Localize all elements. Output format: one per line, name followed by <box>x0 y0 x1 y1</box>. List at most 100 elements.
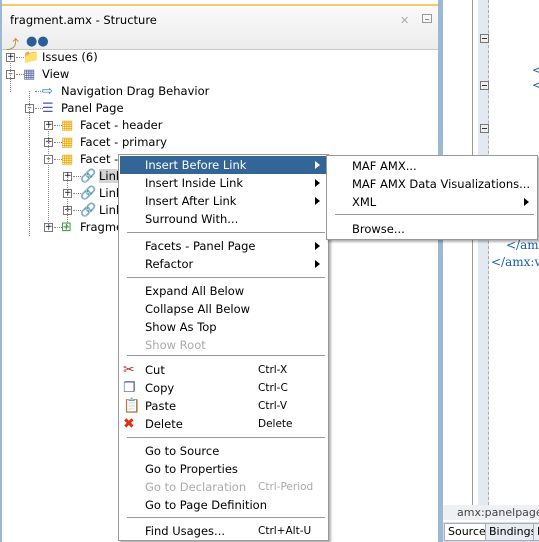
menu-item-label: Cut <box>145 363 165 377</box>
tree-node[interactable]: ⇨ Navigation Drag Behavior <box>42 83 209 100</box>
tree-node-label: Facet - header <box>80 118 163 132</box>
menu-item-label: Browse... <box>352 222 405 236</box>
submenu-arrow-icon <box>315 197 320 205</box>
tree-node[interactable]: 🔗 Link <box>80 185 123 202</box>
menu-item-go-to-page-definition[interactable]: Go to Page Definition <box>120 496 327 514</box>
tree-connector <box>48 125 49 230</box>
fold-collapse-icon[interactable] <box>480 34 489 43</box>
submenu-item-browse[interactable]: Browse... <box>328 220 536 238</box>
tab-source[interactable]: Source <box>444 523 490 541</box>
tab-history[interactable]: H <box>533 523 539 541</box>
editor-margin-line <box>472 0 473 520</box>
menu-separator <box>127 232 325 233</box>
menu-item-go-to-properties[interactable]: Go to Properties <box>120 460 327 478</box>
menu-item-shortcut: Ctrl+Alt-U <box>258 525 312 537</box>
menu-item-label: Go to Properties <box>145 462 238 476</box>
insert-before-submenu: MAF AMX... MAF AMX Data Visualizations...… <box>326 155 538 240</box>
tree-node[interactable]: 📁 Issues (6) <box>23 49 98 66</box>
find-binoculars-icon[interactable]: ●● <box>26 34 49 49</box>
menu-item-label: Insert After Link <box>145 194 237 208</box>
menu-separator <box>127 517 325 518</box>
code-line: < <box>532 78 539 92</box>
submenu-arrow-icon <box>315 179 320 187</box>
fold-collapse-icon[interactable] <box>480 81 489 90</box>
menu-item-label: XML <box>352 195 377 209</box>
tree-node-label: Facet - primary <box>80 135 167 149</box>
menu-item-insert-inside-link[interactable]: Insert Inside Link <box>120 174 327 192</box>
panel-page-icon: ☰ <box>42 100 54 116</box>
menu-item-label: MAF AMX... <box>352 159 417 173</box>
folder-warning-icon: 📁 <box>23 49 40 65</box>
menu-item-copy[interactable]: ❐ Copy Ctrl-C <box>120 379 327 397</box>
tree-connector <box>10 57 11 92</box>
tree-node[interactable]: ▦ Facet - header <box>61 117 163 134</box>
submenu-item-maf-amx-data-visualizations[interactable]: MAF AMX Data Visualizations... <box>328 175 536 193</box>
menu-item-shortcut: Ctrl-Period <box>258 481 314 493</box>
panel-splitter[interactable] <box>438 0 443 542</box>
submenu-arrow-icon <box>315 161 320 169</box>
editor-breadcrumb[interactable]: amx:panelpage# <box>443 505 539 520</box>
menu-item-go-to-declaration: Go to Declaration Ctrl-Period <box>120 478 327 496</box>
menu-item-label: Copy <box>145 381 175 395</box>
menu-item-shortcut: Ctrl-C <box>258 382 288 394</box>
tree-node[interactable]: 🔗 Link <box>80 168 123 185</box>
tree-node-label: Panel Page <box>61 101 124 115</box>
close-icon[interactable]: ✕ <box>400 14 409 27</box>
scissors-icon: ✂ <box>123 362 135 378</box>
link-icon: 🔗 <box>80 168 97 184</box>
menu-item-label: Find Usages... <box>145 524 226 538</box>
menu-separator <box>335 214 534 215</box>
menu-item-expand-all-below[interactable]: Expand All Below <box>120 282 327 300</box>
panel-title: fragment.amx - Structure <box>10 13 157 27</box>
menu-item-label: Show Root <box>145 338 206 352</box>
tree-node[interactable]: ☰ Panel Page <box>42 100 124 117</box>
menu-item-go-to-source[interactable]: Go to Source <box>120 442 327 460</box>
menu-item-label: Go to Page Definition <box>145 498 267 512</box>
menu-item-label: Go to Source <box>145 444 220 458</box>
sync-structure-icon[interactable]: ⤴ <box>6 34 19 53</box>
submenu-item-xml[interactable]: XML <box>328 193 536 211</box>
tree-node-label: Facet - <box>80 152 119 166</box>
tree-connector <box>67 176 68 226</box>
submenu-arrow-icon <box>524 198 529 206</box>
menu-item-label: Delete <box>145 417 183 431</box>
menu-item-label: Insert Before Link <box>145 158 247 172</box>
code-line: </amx <box>506 238 539 252</box>
menu-item-label: Insert Inside Link <box>145 176 244 190</box>
tree-node[interactable]: ▦ Facet - <box>61 151 118 168</box>
tab-bindings[interactable]: Bindings <box>485 523 539 541</box>
tree-node[interactable]: ▦ Facet - primary <box>61 134 167 151</box>
context-menu: Insert Before Link Insert Inside Link Inse… <box>118 154 329 541</box>
fragment-icon: ⊞ <box>61 219 72 235</box>
menu-separator <box>127 437 325 438</box>
menu-item-label: Refactor <box>145 257 194 271</box>
menu-item-show-as-top[interactable]: Show As Top <box>120 318 327 336</box>
menu-item-shortcut: Delete <box>258 418 293 430</box>
menu-item-label: Collapse All Below <box>145 302 251 316</box>
tree-node[interactable]: ▦ View <box>23 66 69 83</box>
fold-collapse-icon[interactable] <box>480 124 489 133</box>
menu-item-facets-panel-page[interactable]: Facets - Panel Page <box>120 237 327 255</box>
facet-icon: ▦ <box>61 134 74 150</box>
link-icon: 🔗 <box>80 185 97 201</box>
menu-item-label: Expand All Below <box>145 284 245 298</box>
menu-item-collapse-all-below[interactable]: Collapse All Below <box>120 300 327 318</box>
menu-item-surround-with[interactable]: Surround With... <box>120 210 327 228</box>
menu-item-cut[interactable]: ✂ Cut Ctrl-X <box>120 361 327 379</box>
panel-header: fragment.amx - Structure ✕ ⤴ ●● <box>2 6 438 53</box>
editor-tabs: Source Bindings H <box>443 522 539 542</box>
menu-item-insert-after-link[interactable]: Insert After Link <box>120 192 327 210</box>
menu-item-paste[interactable]: 📋 Paste Ctrl-V <box>120 397 327 415</box>
menu-item-label: Go to Declaration <box>145 480 247 494</box>
facet-icon: ▦ <box>61 151 74 167</box>
minimize-icon[interactable] <box>422 14 432 23</box>
menu-item-insert-before-link[interactable]: Insert Before Link <box>120 156 327 174</box>
menu-item-refactor[interactable]: Refactor <box>120 255 327 273</box>
facet-icon: ▦ <box>61 117 74 133</box>
submenu-item-maf-amx[interactable]: MAF AMX... <box>328 157 536 175</box>
menu-item-label: Facets - Panel Page <box>145 239 256 253</box>
tree-node-label: View <box>42 67 70 81</box>
menu-item-find-usages[interactable]: Find Usages... Ctrl+Alt-U <box>120 522 327 540</box>
menu-item-delete[interactable]: ✖ Delete Delete <box>120 415 327 433</box>
tree-node[interactable]: 🔗 Link <box>80 202 123 219</box>
